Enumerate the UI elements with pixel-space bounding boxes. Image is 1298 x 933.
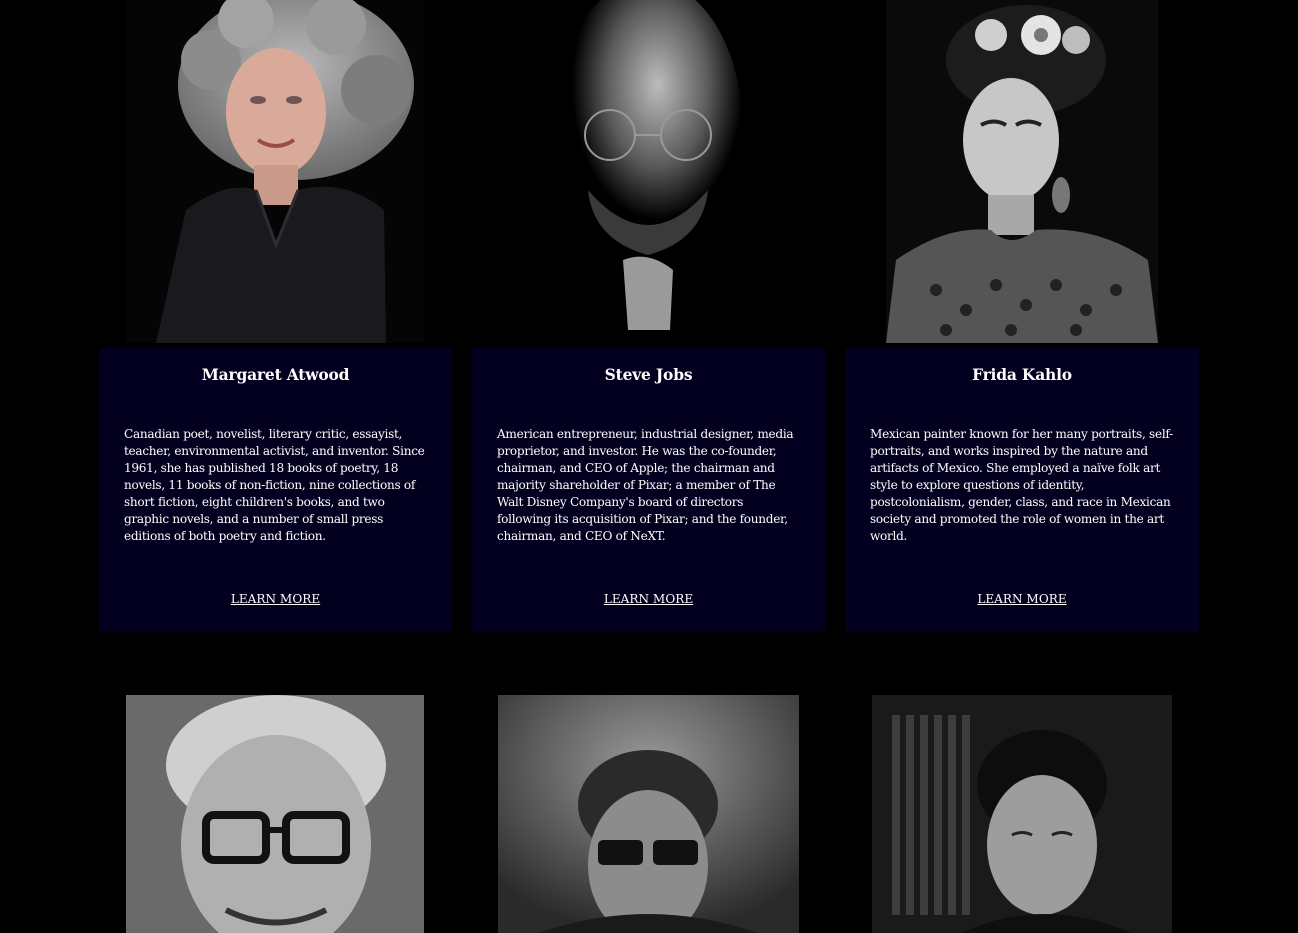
person-card-margaret-atwood: Margaret Atwood Canadian poet, novelist,… [99,348,452,632]
person-bio: Canadian poet, novelist, literary critic… [124,427,425,543]
learn-more-link[interactable]: LEARN MORE [472,592,825,606]
person-name: Steve Jobs [604,365,693,384]
person-card-steve-jobs: Steve Jobs American entrepreneur, indust… [472,348,825,632]
people-grid-page: Margaret Atwood Canadian poet, novelist,… [0,0,1298,933]
person-bio: Mexican painter known for her many portr… [870,427,1173,543]
frida-kahlo-portrait [886,0,1158,343]
learn-more-link[interactable]: LEARN MORE [99,592,452,606]
margaret-atwood-portrait [126,0,424,343]
person-bio: American entrepreneur, industrial design… [497,427,794,543]
portrait-glasses-man [126,695,424,933]
person-name: Frida Kahlo [972,365,1072,384]
portrait-woman-library [872,695,1172,933]
learn-more-link[interactable]: LEARN MORE [845,592,1199,606]
steve-jobs-portrait [498,0,799,343]
portrait-sunglasses-man [498,695,799,933]
person-name: Margaret Atwood [201,365,350,384]
person-card-frida-kahlo: Frida Kahlo Mexican painter known for he… [845,348,1199,632]
